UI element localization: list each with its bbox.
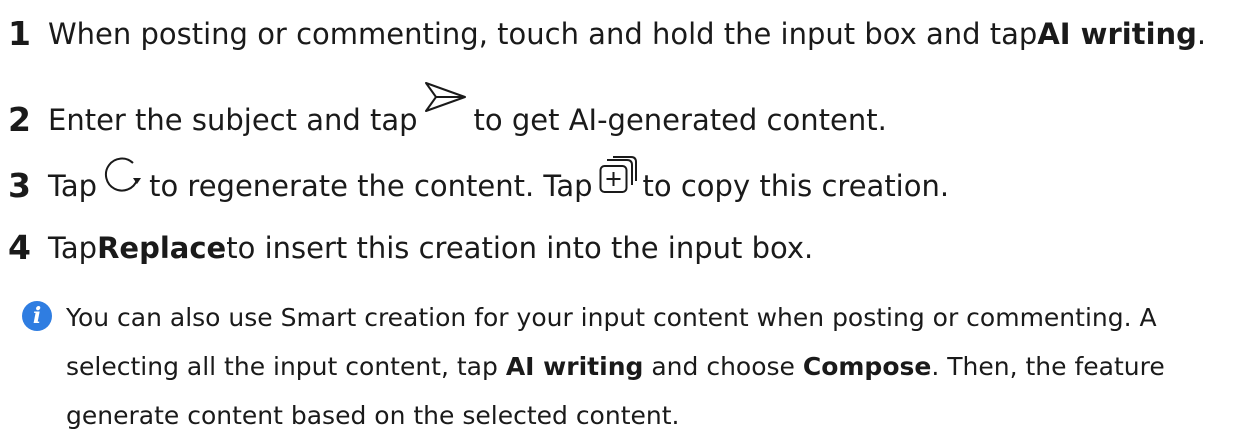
step-text: Tap to regenerate the content. Tap to co…	[48, 156, 950, 206]
step-number: 2	[8, 100, 31, 139]
refresh-icon	[103, 156, 143, 206]
step-text-part: Tap	[48, 231, 98, 265]
step-4: 4 Tap Replace to insert this creation in…	[0, 228, 813, 268]
step-text-part: to regenerate the content. Tap	[149, 169, 593, 203]
info-icon: i	[22, 301, 52, 331]
note-line-3: generate content based on the selected c…	[66, 401, 680, 430]
ai-writing-label: AI writing	[505, 352, 644, 381]
note-text-part: selecting all the input content, tap	[66, 352, 506, 381]
step-text-part: Tap	[48, 169, 98, 203]
step-text-part: to copy this creation.	[642, 169, 950, 203]
compose-label: Compose	[802, 352, 932, 381]
note-line-2: selecting all the input content, tap AI …	[66, 342, 1165, 392]
step-1: 1 When posting or commenting, touch and …	[0, 14, 1206, 54]
step-text-part: to get AI-generated content.	[473, 103, 887, 137]
note-text-part: . Then, the feature	[931, 352, 1165, 381]
step-number: 4	[8, 228, 31, 267]
note-line-1: You can also use Smart creation for your…	[66, 303, 1157, 332]
step-text-part: When posting or commenting, touch and ho…	[48, 17, 1038, 51]
step-number: 1	[8, 14, 31, 53]
step-text-part: .	[1196, 17, 1207, 51]
copy-icon	[599, 155, 637, 205]
step-text-part: to insert this creation into the input b…	[226, 231, 814, 265]
send-icon	[424, 80, 468, 124]
step-text: Enter the subject and tap to get AI-gene…	[48, 82, 887, 140]
step-text: Tap Replace to insert this creation into…	[48, 228, 813, 268]
replace-label: Replace	[97, 231, 227, 265]
step-number: 3	[8, 166, 31, 205]
page: { "steps": [ { "number": "1", "parts": […	[0, 0, 1253, 439]
step-3: 3 Tap to regenerate the content. Tap to …	[0, 156, 950, 206]
ai-writing-label: AI writing	[1037, 17, 1197, 51]
step-text: When posting or commenting, touch and ho…	[48, 14, 1206, 54]
step-text-part: Enter the subject and tap	[48, 103, 418, 137]
note-text-part: and choose	[643, 352, 803, 381]
step-2: 2 Enter the subject and tap to get AI-ge…	[0, 82, 887, 140]
